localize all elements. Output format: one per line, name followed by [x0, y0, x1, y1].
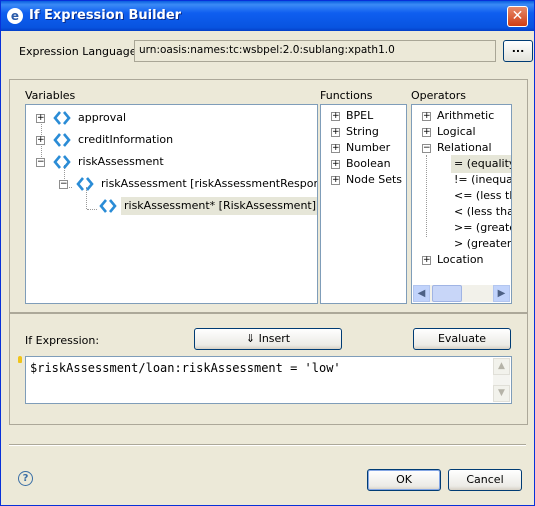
- expand-icon[interactable]: +: [422, 128, 431, 137]
- collapse-icon[interactable]: −: [59, 180, 68, 189]
- variable-icon: [99, 198, 117, 214]
- tree-item-label-selected: riskAssessment* [RiskAssessment]: [121, 197, 317, 215]
- if-expression-label: If Expression:: [25, 334, 100, 347]
- tree-item-approval[interactable]: + approval: [26, 109, 316, 127]
- variables-label: Variables: [25, 89, 76, 102]
- tree-item-label: riskAssessment: [78, 155, 164, 168]
- tree-item-riskassessment[interactable]: − riskAssessment: [26, 153, 316, 171]
- functions-tree[interactable]: + BPEL + String + Number + Boolean + Nod…: [320, 104, 407, 304]
- operators-label: Operators: [411, 89, 466, 102]
- collapse-icon[interactable]: −: [422, 144, 431, 153]
- insert-button[interactable]: ⇓ Insert: [194, 328, 342, 350]
- ok-button[interactable]: OK: [367, 469, 441, 491]
- expression-language-field[interactable]: urn:oasis:names:tc:wsbpel:2.0:sublang:xp…: [134, 40, 496, 62]
- variable-icon: [53, 110, 71, 126]
- tree-item-riskassessment-part[interactable]: riskAssessment* [RiskAssessment]: [26, 197, 317, 215]
- operator-label: Location: [437, 253, 484, 266]
- scroll-left-icon[interactable]: ◀: [413, 285, 430, 302]
- expand-icon[interactable]: +: [331, 128, 340, 137]
- operators-tree[interactable]: + Arithmetic + Logical − Relational = (e…: [411, 104, 512, 304]
- expand-icon[interactable]: +: [422, 112, 431, 121]
- close-button[interactable]: ✕: [507, 6, 528, 27]
- dialog-window: e If Expression Builder ✕ Expression Lan…: [0, 0, 535, 506]
- scroll-down-icon[interactable]: ▼: [493, 385, 510, 402]
- function-item-node-sets[interactable]: + Node Sets: [321, 171, 406, 189]
- expand-icon[interactable]: +: [331, 144, 340, 153]
- expand-icon[interactable]: +: [36, 136, 45, 145]
- scroll-thumb[interactable]: [432, 285, 462, 302]
- tree-item-creditinformation[interactable]: + creditInformation: [26, 131, 316, 149]
- browse-language-button[interactable]: ...: [503, 40, 533, 62]
- variable-icon: [76, 176, 94, 192]
- functions-label: Functions: [320, 89, 373, 102]
- footer-separator: [9, 444, 526, 446]
- cancel-button[interactable]: Cancel: [448, 469, 522, 491]
- operators-horizontal-scrollbar[interactable]: ◀ ▶: [413, 285, 510, 302]
- expression-language-label: Expression Language:: [19, 45, 141, 58]
- tree-item-riskassessment-response[interactable]: − riskAssessment [riskAssessmentResponse…: [26, 175, 318, 193]
- expand-icon[interactable]: +: [422, 256, 431, 265]
- evaluate-button[interactable]: Evaluate: [413, 328, 511, 350]
- tree-item-label: approval: [78, 111, 127, 124]
- expression-text[interactable]: $riskAssessment/loan:riskAssessment = 'l…: [30, 361, 341, 375]
- expand-icon[interactable]: +: [36, 114, 45, 123]
- variable-icon: [53, 154, 71, 170]
- window-title: If Expression Builder: [29, 8, 182, 23]
- expression-vertical-scrollbar[interactable]: ▲ ▼: [493, 358, 510, 402]
- variable-icon: [53, 132, 71, 148]
- expression-editor[interactable]: $riskAssessment/loan:riskAssessment = 'l…: [25, 356, 512, 404]
- eclipse-icon: e: [7, 8, 23, 24]
- function-label: Node Sets: [346, 173, 402, 186]
- collapse-icon[interactable]: −: [36, 158, 45, 167]
- help-icon[interactable]: ?: [18, 471, 33, 486]
- scroll-right-icon[interactable]: ▶: [493, 285, 510, 302]
- operator-item-location[interactable]: + Location: [412, 251, 511, 269]
- tree-item-label: creditInformation: [78, 133, 174, 146]
- lightbulb-icon: [18, 356, 22, 363]
- scroll-up-icon[interactable]: ▲: [493, 358, 510, 375]
- expand-icon[interactable]: +: [331, 176, 340, 185]
- expand-icon[interactable]: +: [331, 160, 340, 169]
- tree-item-label: riskAssessment [riskAssessmentResponse]: [101, 177, 318, 190]
- variables-tree[interactable]: + approval + creditInformation − riskAss…: [25, 104, 318, 304]
- expand-icon[interactable]: +: [331, 112, 340, 121]
- title-bar[interactable]: e If Expression Builder ✕: [1, 1, 534, 31]
